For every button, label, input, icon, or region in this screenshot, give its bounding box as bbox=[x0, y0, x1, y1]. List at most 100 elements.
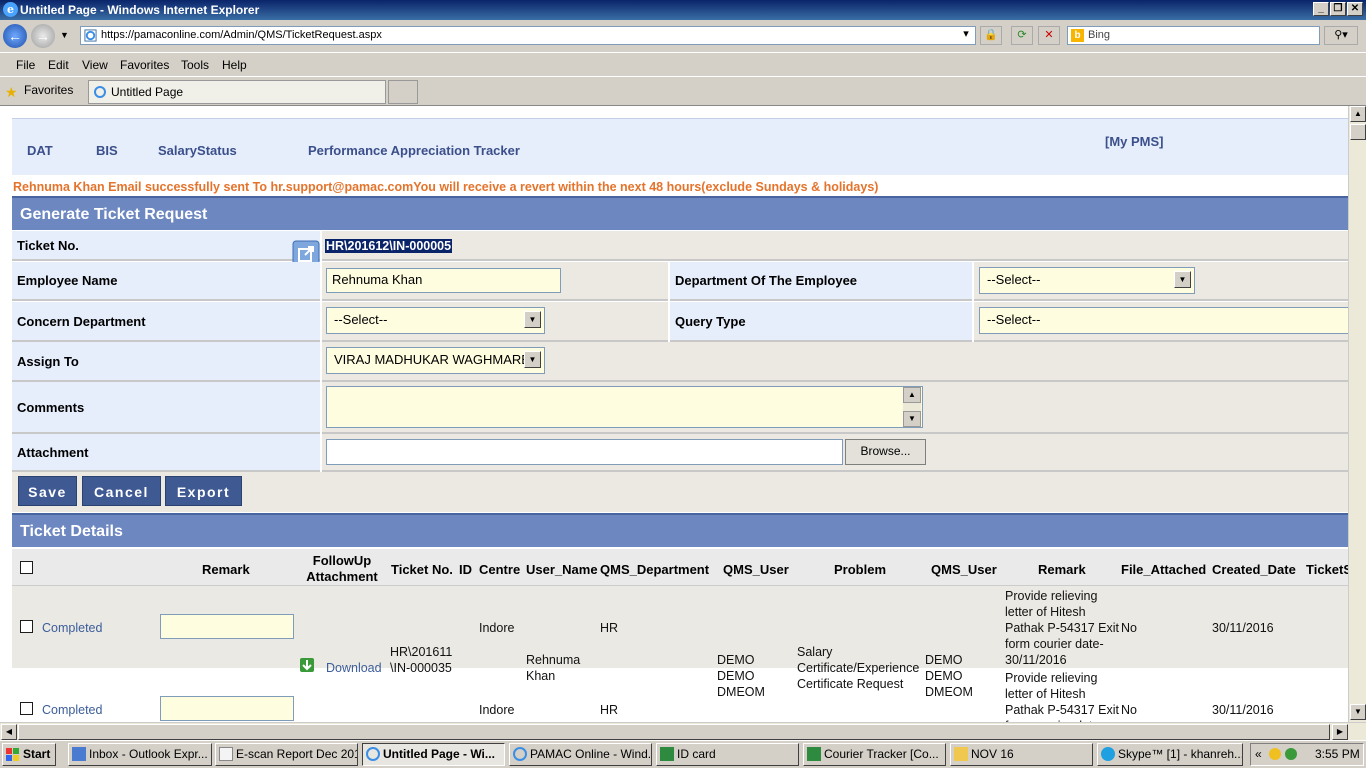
query-type-select[interactable]: --Select-- bbox=[979, 307, 1348, 334]
menu-edit[interactable]: Edit bbox=[48, 58, 69, 72]
col-followup-attachment[interactable]: FollowUp Attachment bbox=[302, 553, 382, 585]
chevron-down-icon[interactable]: ▼ bbox=[524, 311, 541, 328]
scroll-down-icon[interactable]: ▼ bbox=[903, 411, 921, 427]
task-skype[interactable]: Skype™ [1] - khanreh... bbox=[1097, 743, 1243, 766]
cancel-button[interactable]: Cancel bbox=[82, 476, 161, 506]
col-centre[interactable]: Centre bbox=[479, 562, 520, 577]
vertical-scrollbar[interactable]: ▲ ▼ bbox=[1348, 106, 1366, 722]
col-remark[interactable]: Remark bbox=[202, 562, 250, 577]
menu-favorites[interactable]: Favorites bbox=[120, 58, 169, 72]
task-label: Untitled Page - Wi... bbox=[383, 747, 495, 761]
task-escan-report[interactable]: E-scan Report Dec 2016 bbox=[215, 743, 358, 766]
chevron-down-icon[interactable]: ▼ bbox=[1174, 271, 1191, 288]
task-untitled-page[interactable]: Untitled Page - Wi... bbox=[362, 743, 505, 766]
scroll-right-icon[interactable]: ▶ bbox=[1332, 724, 1348, 740]
export-button[interactable]: Export bbox=[165, 476, 242, 506]
row-status-link[interactable]: Completed bbox=[42, 620, 102, 636]
row-checkbox[interactable] bbox=[20, 702, 33, 715]
row-created-date: 30/11/2016 bbox=[1212, 621, 1274, 635]
nav-link-bis[interactable]: BIS bbox=[96, 143, 118, 158]
minimize-icon[interactable]: _ bbox=[1313, 2, 1329, 16]
restore-icon[interactable]: ❐ bbox=[1330, 2, 1346, 16]
ticket-details-header: Ticket Details bbox=[12, 513, 1348, 547]
nav-link-salarystatus[interactable]: SalaryStatus bbox=[158, 143, 237, 158]
row-file-attached: No bbox=[1121, 703, 1137, 717]
search-input[interactable]: b Bing bbox=[1067, 26, 1320, 45]
col-file-attached[interactable]: File_Attached bbox=[1121, 562, 1206, 577]
nav-link-dat[interactable]: DAT bbox=[27, 143, 53, 158]
nav-link-my-pms[interactable]: [My PMS] bbox=[1105, 134, 1164, 149]
assign-to-select[interactable]: VIRAJ MADHUKAR WAGHMARE ▼ bbox=[326, 347, 545, 374]
start-button[interactable]: Start bbox=[2, 743, 56, 766]
stop-icon[interactable]: ✕ bbox=[1038, 26, 1060, 45]
task-pamac-online[interactable]: PAMAC Online - Wind... bbox=[509, 743, 652, 766]
tab-title: Untitled Page bbox=[111, 85, 184, 99]
network-icon[interactable] bbox=[1285, 748, 1297, 760]
browse-button[interactable]: Browse... bbox=[845, 439, 926, 465]
row-remark-field[interactable] bbox=[160, 696, 294, 721]
window-title-bar: e Untitled Page - Windows Internet Explo… bbox=[0, 0, 1366, 20]
menu-view[interactable]: View bbox=[82, 58, 108, 72]
col-created-date[interactable]: Created_Date bbox=[1212, 562, 1296, 577]
close-icon[interactable]: ✕ bbox=[1347, 2, 1363, 16]
horizontal-scrollbar[interactable]: ◀ ▶ bbox=[0, 722, 1366, 740]
task-nov-16[interactable]: NOV 16 bbox=[950, 743, 1093, 766]
col-qms-user[interactable]: QMS_User bbox=[723, 562, 789, 577]
menu-help[interactable]: Help bbox=[222, 58, 247, 72]
scroll-left-icon[interactable]: ◀ bbox=[1, 724, 17, 740]
page-icon bbox=[94, 86, 106, 98]
row-checkbox[interactable] bbox=[20, 620, 33, 633]
scroll-up-icon[interactable]: ▲ bbox=[1350, 106, 1366, 122]
scroll-down-icon[interactable]: ▼ bbox=[1350, 704, 1366, 720]
chevron-down-icon[interactable]: ▼ bbox=[524, 351, 541, 368]
department-select[interactable]: --Select-- ▼ bbox=[979, 267, 1195, 294]
page-nav: DAT BIS SalaryStatus Performance Appreci… bbox=[12, 118, 1348, 175]
ie-icon bbox=[513, 747, 527, 761]
col-id[interactable]: ID bbox=[459, 562, 472, 577]
url-field[interactable]: https://pamaconline.com/Admin/QMS/Ticket… bbox=[80, 26, 976, 45]
select-all-checkbox[interactable] bbox=[20, 561, 33, 574]
task-id-card[interactable]: ID card bbox=[656, 743, 799, 766]
download-link[interactable]: Download bbox=[326, 660, 382, 676]
menu-tools[interactable]: Tools bbox=[181, 58, 209, 72]
tab-untitled-page[interactable]: Untitled Page bbox=[88, 80, 386, 104]
attachment-field[interactable] bbox=[326, 439, 843, 465]
scroll-thumb[interactable] bbox=[18, 724, 1330, 740]
comments-scrollbar[interactable]: ▲ ▼ bbox=[903, 387, 921, 427]
row-status-link[interactable]: Completed bbox=[42, 702, 102, 718]
window-title: Untitled Page - Windows Internet Explore… bbox=[20, 3, 260, 17]
history-dropdown-icon[interactable]: ▼ bbox=[60, 30, 69, 40]
query-type-label: Query Type bbox=[670, 302, 972, 342]
url-dropdown-icon[interactable]: ▾ bbox=[958, 26, 974, 45]
row-file-attached: No bbox=[1121, 621, 1137, 635]
notification-icon[interactable] bbox=[1269, 748, 1281, 760]
task-courier-tracker[interactable]: Courier Tracker [Co... bbox=[803, 743, 946, 766]
row-ticket-no: HR\201611\IN-000035 bbox=[390, 645, 453, 675]
menu-file[interactable]: File bbox=[16, 58, 35, 72]
search-button-icon[interactable]: ⚲▾ bbox=[1324, 26, 1358, 45]
col-ticket-status[interactable]: TicketS bbox=[1306, 562, 1348, 577]
refresh-icon[interactable]: ⟳ bbox=[1011, 26, 1033, 45]
download-icon[interactable] bbox=[299, 657, 315, 673]
tray-expand-icon[interactable]: « bbox=[1255, 744, 1262, 765]
col-qms-user-2[interactable]: QMS_User bbox=[931, 562, 997, 577]
col-ticket-no[interactable]: Ticket No. bbox=[391, 562, 453, 577]
concern-department-select[interactable]: --Select-- ▼ bbox=[326, 307, 545, 334]
col-remark-2[interactable]: Remark bbox=[1038, 562, 1086, 577]
col-user-name[interactable]: User_Name bbox=[526, 562, 598, 577]
scroll-up-icon[interactable]: ▲ bbox=[903, 387, 921, 403]
employee-name-field[interactable]: Rehnuma Khan bbox=[326, 268, 561, 293]
back-button[interactable]: ← bbox=[3, 24, 27, 48]
task-outlook[interactable]: Inbox - Outlook Expr... bbox=[68, 743, 212, 766]
lock-icon[interactable]: 🔒 bbox=[980, 26, 1002, 45]
scroll-thumb[interactable] bbox=[1350, 124, 1366, 140]
row-remark-field[interactable] bbox=[160, 614, 294, 639]
favorites-button[interactable]: Favorites bbox=[24, 83, 73, 97]
col-problem[interactable]: Problem bbox=[834, 562, 886, 577]
new-tab-button[interactable] bbox=[388, 80, 418, 104]
save-button[interactable]: Save bbox=[18, 476, 77, 506]
col-qms-department[interactable]: QMS_Department bbox=[600, 562, 709, 577]
forward-button[interactable]: → bbox=[31, 24, 55, 48]
comments-field[interactable] bbox=[326, 386, 923, 428]
nav-link-performance-tracker[interactable]: Performance Appreciation Tracker bbox=[308, 143, 520, 158]
